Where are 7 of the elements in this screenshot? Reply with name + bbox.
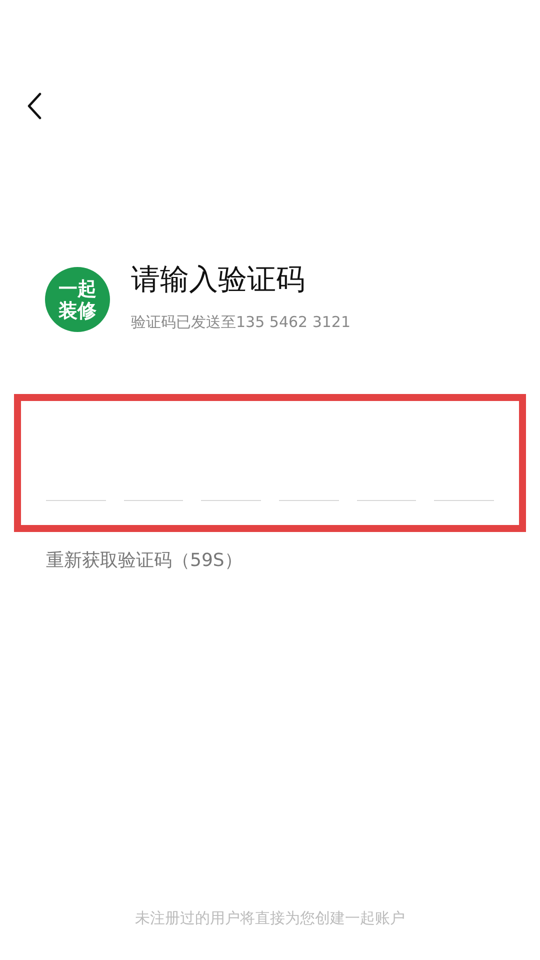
logo-text: 装修: [58, 300, 96, 322]
page-title: 请输入验证码: [131, 261, 306, 297]
resend-code-link[interactable]: 重新获取验证码（59S）: [46, 548, 242, 572]
logo-text: 一起: [58, 278, 96, 300]
chevron-left-icon: [26, 92, 42, 120]
sent-to-text: 验证码已发送至135 5462 3121: [131, 312, 351, 332]
footer-note: 未注册过的用户将直接为您创建一起账户: [135, 909, 405, 928]
